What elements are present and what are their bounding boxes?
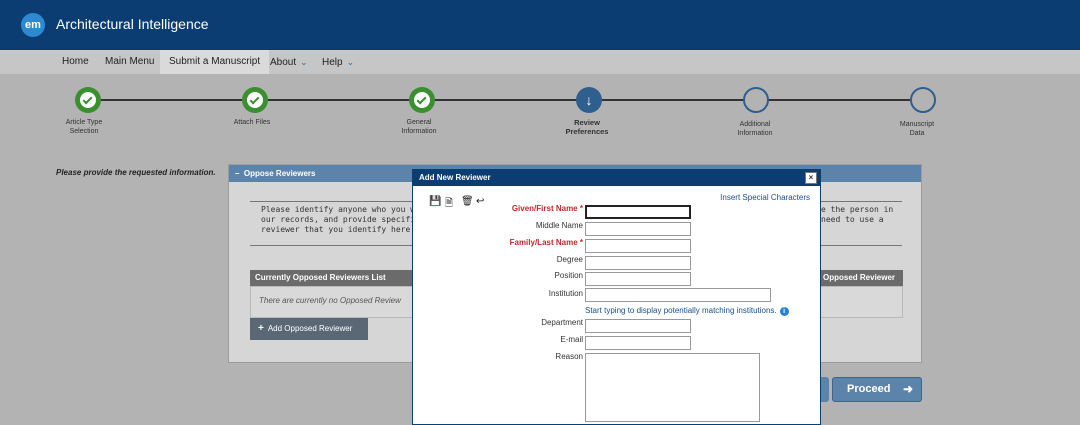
institution-input[interactable] (585, 288, 771, 302)
list-header: Currently Opposed Reviewers List (250, 270, 420, 286)
add-new-reviewer-dialog: Add New Reviewer × Insert Special Charac… (412, 169, 821, 425)
insert-special-characters-link[interactable]: Insert Special Characters (720, 193, 810, 202)
chevron-down-icon: ⌄ (346, 57, 355, 67)
panel-title: Oppose Reviewers (243, 169, 316, 178)
dialog-header: Add New Reviewer × (413, 170, 820, 186)
step-label-review-preferences: Review Preferences (565, 118, 609, 136)
given-name-label: Given/First Name * (413, 204, 583, 214)
nav-about[interactable]: About ⌄ (270, 50, 308, 74)
checkmark-icon (416, 94, 427, 105)
degree-label: Degree (556, 255, 583, 264)
main-nav: Home Main Menu Submit a Manuscript About… (0, 50, 1080, 74)
step-label-attach-files: Attach Files (233, 119, 271, 126)
step-label-additional-info: Additional Information (737, 121, 773, 137)
given-name-input[interactable] (585, 205, 691, 219)
panel-description-right: e the person in need to use a (821, 205, 894, 224)
position-input[interactable] (585, 272, 691, 286)
nav-help-label: Help (322, 57, 343, 68)
required-mark: * (579, 238, 583, 247)
app-logo[interactable]: em (21, 13, 45, 37)
department-label: Department (541, 318, 583, 327)
app-title: Architectural Intelligence (56, 16, 209, 32)
step-label-general-info: General Information (401, 119, 437, 135)
checkmark-icon (82, 94, 93, 105)
collapse-icon[interactable]: – (235, 169, 239, 178)
step-6-circle-icon[interactable] (910, 87, 936, 113)
list-header-action: Opposed Reviewer (821, 270, 903, 286)
step-label-manuscript-data: Manuscript Data (899, 121, 935, 137)
proceed-label: Proceed (847, 383, 891, 395)
reason-label: Reason (555, 352, 583, 361)
reason-textarea[interactable] (585, 353, 760, 422)
email-label: E-mail (560, 335, 583, 344)
add-opposed-reviewer-button[interactable]: + Add Opposed Reviewer (250, 318, 368, 340)
given-name-label-text: Given/First Name (511, 204, 578, 213)
checkmark-icon (249, 94, 260, 105)
email-input[interactable] (585, 336, 691, 350)
nav-home[interactable]: Home (62, 50, 89, 74)
add-opposed-reviewer-label: Add Opposed Reviewer (267, 324, 353, 333)
step-1-check-icon[interactable] (75, 87, 101, 113)
family-name-input[interactable] (585, 239, 691, 253)
plus-icon: + (258, 323, 264, 334)
institution-label: Institution (548, 289, 583, 298)
nav-about-label: About (270, 57, 297, 68)
proceed-button[interactable]: Proceed ➜ (832, 377, 922, 402)
department-input[interactable] (585, 319, 691, 333)
degree-input[interactable] (585, 256, 691, 270)
step-label-article-type: Article Type Selection (65, 119, 103, 135)
institution-hint: Start typing to display potentially matc… (585, 306, 789, 316)
family-name-label-text: Family/Last Name (509, 238, 578, 247)
family-name-label: Family/Last Name * (413, 238, 583, 248)
middle-name-label: Middle Name (535, 221, 583, 230)
step-4-arrow-down-icon[interactable]: ↓ (576, 87, 602, 113)
steps-track (100, 99, 910, 101)
instructions-text: Please provide the requested information… (56, 168, 216, 177)
institution-hint-text: Start typing to display potentially matc… (585, 306, 777, 315)
app-header: em Architectural Intelligence (0, 0, 1080, 50)
position-label: Position (554, 271, 583, 280)
step-3-check-icon[interactable] (409, 87, 435, 113)
nav-submit-manuscript[interactable]: Submit a Manuscript (160, 50, 270, 74)
info-icon[interactable]: i (779, 307, 789, 316)
required-mark: * (579, 204, 583, 213)
nav-help[interactable]: Help ⌄ (322, 50, 354, 74)
chevron-down-icon: ⌄ (300, 57, 308, 67)
dialog-title: Add New Reviewer (419, 173, 491, 182)
nav-main-menu[interactable]: Main Menu (105, 50, 154, 74)
arrow-right-icon: ➜ (902, 382, 913, 396)
empty-list-text: There are currently no Opposed Review (259, 296, 401, 305)
step-2-check-icon[interactable] (242, 87, 268, 113)
middle-name-input[interactable] (585, 222, 691, 236)
step-5-circle-icon[interactable] (743, 87, 769, 113)
close-icon[interactable]: × (805, 172, 817, 184)
